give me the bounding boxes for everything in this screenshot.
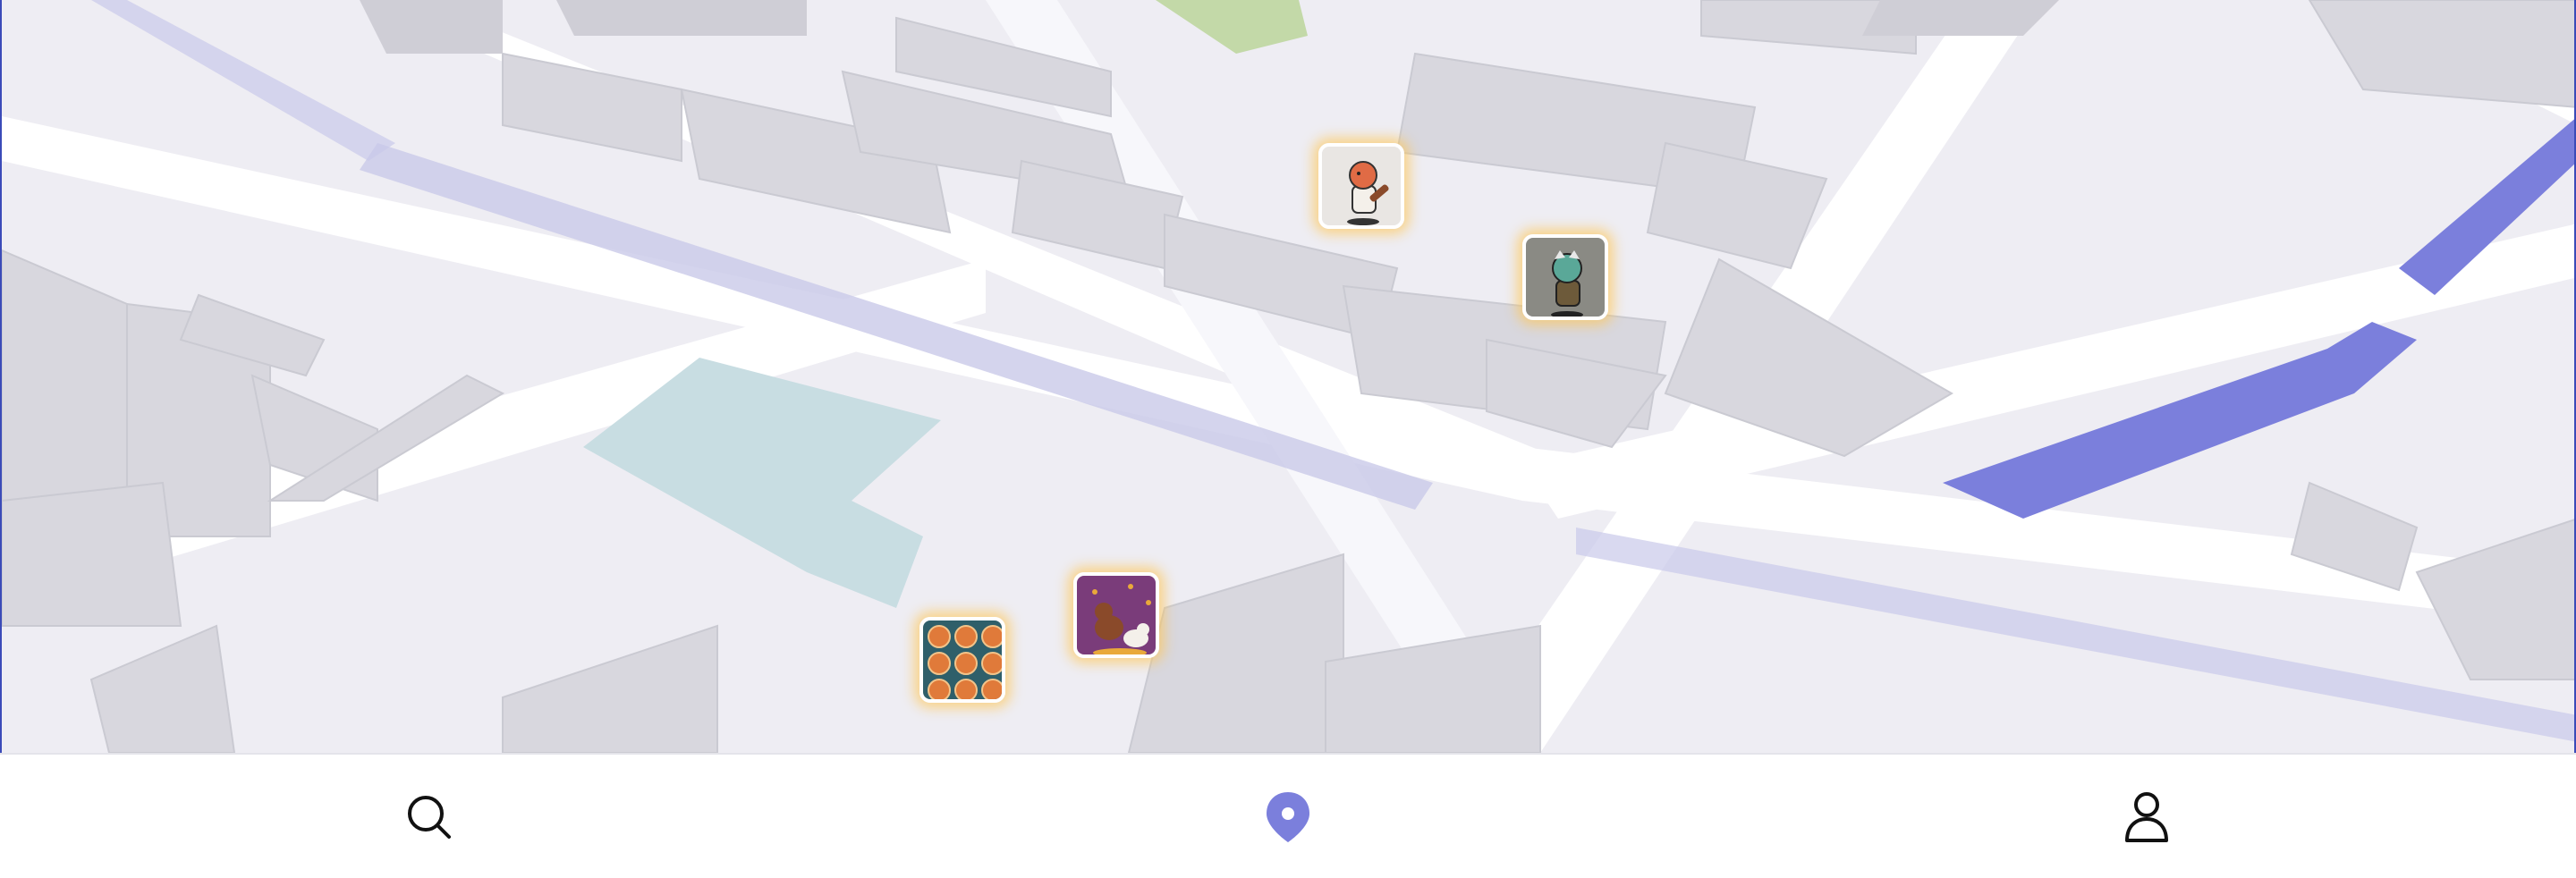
dog-and-cat-illustration-sticker-icon <box>1077 576 1156 654</box>
search-icon <box>408 796 451 839</box>
nav-search-button[interactable] <box>394 781 465 853</box>
nav-map-button[interactable] <box>1252 781 1324 853</box>
map-marker-dog-cat-art[interactable] <box>1073 572 1159 658</box>
map-marker-mascot-guitar[interactable] <box>1318 143 1404 229</box>
pizza-grid-sticker-icon <box>923 621 1002 699</box>
green-mascot-with-backpack-sticker-icon <box>1526 238 1605 317</box>
orange-mascot-with-guitar-sticker-icon <box>1322 147 1401 225</box>
map-marker-mascot-backpack[interactable] <box>1522 234 1608 320</box>
map-marker-pizza-grid[interactable] <box>919 617 1005 703</box>
map-view[interactable] <box>0 0 2576 753</box>
map-canvas <box>2 0 2574 753</box>
bottom-nav-bar <box>0 753 2576 878</box>
nav-profile-button[interactable] <box>2111 781 2182 853</box>
location-pin-icon <box>1267 792 1309 842</box>
person-icon <box>2125 792 2168 842</box>
